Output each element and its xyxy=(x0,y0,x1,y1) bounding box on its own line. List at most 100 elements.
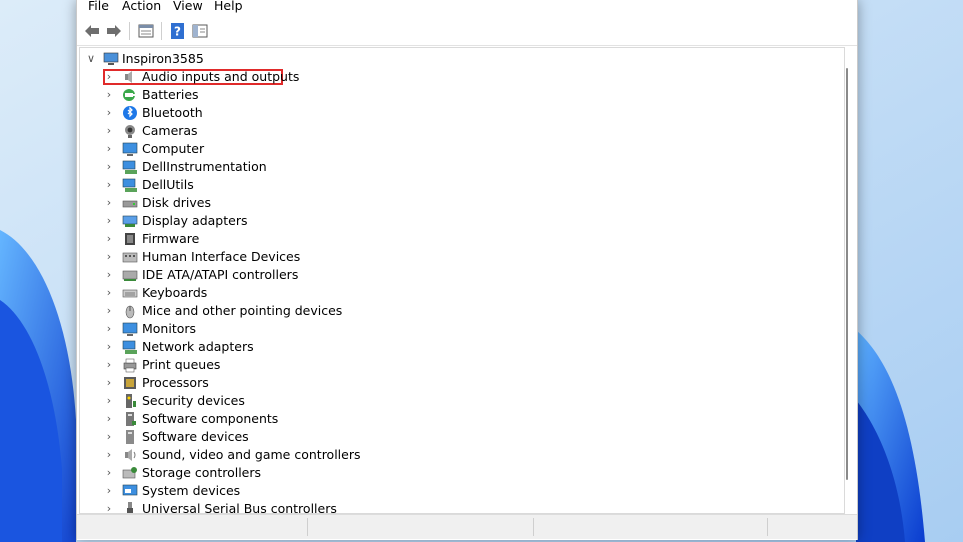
print-icon xyxy=(122,357,138,373)
chevron-right-icon[interactable]: › xyxy=(104,464,114,482)
tree-category-security-devices[interactable]: › Security devices xyxy=(80,392,840,410)
chevron-right-icon[interactable]: › xyxy=(104,320,114,338)
tree-category-ide-ata-atapi-controllers[interactable]: › IDE ATA/ATAPI controllers xyxy=(80,266,840,284)
vertical-scrollbar[interactable] xyxy=(846,68,848,480)
network-icon xyxy=(122,339,138,355)
chevron-right-icon[interactable]: › xyxy=(104,230,114,248)
ide-icon xyxy=(122,267,138,283)
tree-category-network-adapters[interactable]: › Network adapters xyxy=(80,338,840,356)
chevron-right-icon[interactable]: › xyxy=(104,140,114,158)
tree-category-system-devices[interactable]: › System devices xyxy=(80,482,840,500)
chevron-right-icon[interactable]: › xyxy=(104,104,114,122)
mouse-icon xyxy=(122,303,138,319)
tree-category-label: Cameras xyxy=(142,123,198,138)
chevron-right-icon[interactable]: › xyxy=(104,194,114,212)
security-icon xyxy=(122,393,138,409)
tree-category-label: Storage controllers xyxy=(142,465,262,480)
tree-category-monitors[interactable]: › Monitors xyxy=(80,320,840,338)
tree-category-label: Audio inputs and outputs xyxy=(142,69,300,84)
chevron-right-icon[interactable]: › xyxy=(104,356,114,374)
tree-category-universal-serial-bus-controllers[interactable]: › Universal Serial Bus controllers xyxy=(80,500,840,514)
tree-category-firmware[interactable]: › Firmware xyxy=(80,230,840,248)
firmware-icon xyxy=(122,231,138,247)
tree-category-label: Network adapters xyxy=(142,339,254,354)
tree-category-software-components[interactable]: › Software components xyxy=(80,410,840,428)
tree-category-label: Software components xyxy=(142,411,279,426)
chevron-right-icon[interactable]: › xyxy=(104,212,114,230)
chevron-right-icon[interactable]: › xyxy=(104,302,114,320)
tree-category-audio-inputs-and-outputs[interactable]: › Audio inputs and outputs xyxy=(80,68,840,86)
tree-category-label: DellInstrumentation xyxy=(142,159,267,174)
tree-category-human-interface-devices[interactable]: › Human Interface Devices xyxy=(80,248,840,266)
chevron-right-icon[interactable]: › xyxy=(104,500,114,513)
tree-category-label: Universal Serial Bus controllers xyxy=(142,501,337,514)
tree-category-display-adapters[interactable]: › Display adapters xyxy=(80,212,840,230)
tree-category-label: Disk drives xyxy=(142,195,211,210)
tree-root-computer[interactable]: ∨ Inspiron3585 xyxy=(80,50,840,68)
speaker-icon xyxy=(122,69,138,85)
forward-icon[interactable] xyxy=(105,22,123,40)
chevron-right-icon[interactable]: › xyxy=(104,410,114,428)
tree-category-batteries[interactable]: › Batteries xyxy=(80,86,840,104)
tree-category-label: Sound, video and game controllers xyxy=(142,447,361,462)
chevron-right-icon[interactable]: › xyxy=(104,122,114,140)
tree-category-software-devices[interactable]: › Software devices xyxy=(80,428,840,446)
tree-category-label: Human Interface Devices xyxy=(142,249,301,264)
keyboard-icon xyxy=(122,285,138,301)
usb-icon xyxy=(122,501,138,513)
chevron-right-icon[interactable]: › xyxy=(104,176,114,194)
menu-action[interactable]: Action xyxy=(122,0,161,14)
svg-text:?: ? xyxy=(174,25,181,39)
tree-category-sound-video-and-game-controllers[interactable]: › Sound, video and game controllers xyxy=(80,446,840,464)
chevron-right-icon[interactable]: › xyxy=(104,392,114,410)
chevron-right-icon[interactable]: › xyxy=(104,338,114,356)
tree-category-processors[interactable]: › Processors xyxy=(80,374,840,392)
tree-category-dellinstrumentation[interactable]: › DellInstrumentation xyxy=(80,158,840,176)
tree-category-label: Keyboards xyxy=(142,285,208,300)
disk-icon xyxy=(122,195,138,211)
status-separator xyxy=(307,518,308,536)
back-icon[interactable] xyxy=(83,22,101,40)
tree-category-computer[interactable]: › Computer xyxy=(80,140,840,158)
menu-help[interactable]: Help xyxy=(214,0,243,14)
help-icon[interactable]: ? xyxy=(169,22,187,40)
menu-view[interactable]: View xyxy=(173,0,203,14)
chevron-right-icon[interactable]: › xyxy=(104,428,114,446)
tree-category-label: Batteries xyxy=(142,87,199,102)
tree-category-dellutils[interactable]: › DellUtils xyxy=(80,176,840,194)
tree-category-label: System devices xyxy=(142,483,241,498)
tree-category-label: Processors xyxy=(142,375,209,390)
tree-category-storage-controllers[interactable]: › Storage controllers xyxy=(80,464,840,482)
tree-category-label: Software devices xyxy=(142,429,249,444)
chevron-right-icon[interactable]: › xyxy=(104,446,114,464)
toolbar: ? xyxy=(77,17,857,46)
software-device-icon xyxy=(122,429,138,445)
tree-category-keyboards[interactable]: › Keyboards xyxy=(80,284,840,302)
bluetooth-icon xyxy=(122,105,138,121)
chevron-right-icon[interactable]: › xyxy=(104,284,114,302)
tree-category-cameras[interactable]: › Cameras xyxy=(80,122,840,140)
tree-category-mice-and-other-pointing-devices[interactable]: › Mice and other pointing devices xyxy=(80,302,840,320)
tree-category-bluetooth[interactable]: › Bluetooth xyxy=(80,104,840,122)
chevron-right-icon[interactable]: › xyxy=(104,68,114,86)
tree-category-disk-drives[interactable]: › Disk drives xyxy=(80,194,840,212)
properties-icon[interactable] xyxy=(137,22,155,40)
device-tree[interactable]: ∨ Inspiron3585 › Audio inputs and outputs › B… xyxy=(79,47,845,514)
network-icon xyxy=(122,159,138,175)
monitor-icon xyxy=(122,321,138,337)
chevron-right-icon[interactable]: › xyxy=(104,266,114,284)
show-hide-console-tree-icon[interactable] xyxy=(191,22,209,40)
chevron-right-icon[interactable]: › xyxy=(104,158,114,176)
chevron-right-icon[interactable]: › xyxy=(104,86,114,104)
toolbar-separator xyxy=(161,22,162,40)
tree-category-label: Security devices xyxy=(142,393,245,408)
tree-category-label: Print queues xyxy=(142,357,221,372)
menu-bar: File Action View Help xyxy=(77,0,857,16)
chevron-down-icon[interactable]: ∨ xyxy=(86,50,96,68)
software-component-icon xyxy=(122,411,138,427)
chevron-right-icon[interactable]: › xyxy=(104,248,114,266)
chevron-right-icon[interactable]: › xyxy=(104,374,114,392)
menu-file[interactable]: File xyxy=(88,0,109,14)
chevron-right-icon[interactable]: › xyxy=(104,482,114,500)
tree-category-print-queues[interactable]: › Print queues xyxy=(80,356,840,374)
